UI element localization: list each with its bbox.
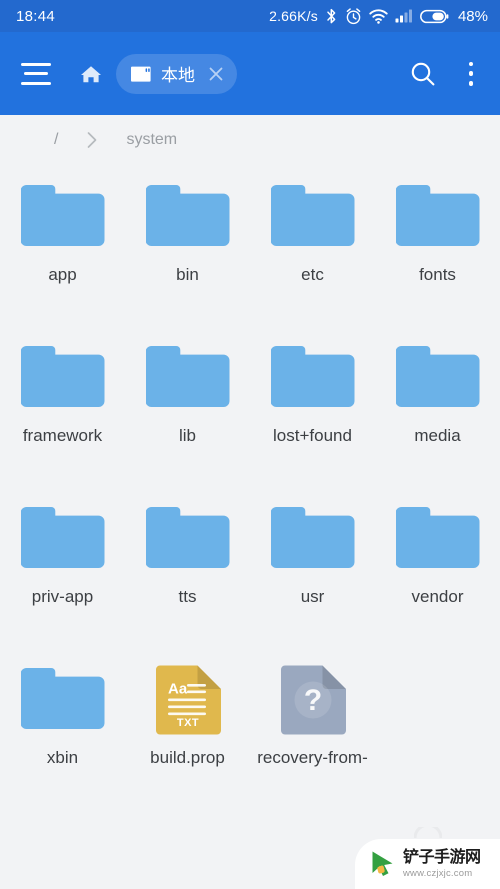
file-item-label: framework — [22, 426, 103, 445]
file-item[interactable]: xbin — [0, 648, 125, 809]
folder-icon — [395, 181, 480, 255]
file-item-label: lib — [178, 426, 196, 445]
folder-icon — [145, 503, 230, 577]
file-item-label: bin — [176, 265, 199, 284]
file-item[interactable]: media — [375, 326, 500, 487]
bluetooth-icon — [325, 8, 338, 25]
file-item-label: recovery-from- — [257, 748, 368, 767]
folder-icon — [270, 342, 355, 416]
file-grid: app bin etc fonts framework lib lost+found medi… — [0, 165, 500, 809]
file-item[interactable]: Aa TXT build.prop — [125, 648, 250, 809]
breadcrumb: / system — [0, 115, 500, 165]
folder-icon — [20, 503, 105, 577]
file-item-label: xbin — [46, 748, 79, 767]
file-item-label: priv-app — [31, 587, 94, 606]
file-item[interactable]: etc — [250, 165, 375, 326]
txt-file-icon: Aa TXT — [146, 664, 230, 738]
file-item[interactable]: priv-app — [0, 487, 125, 648]
file-item[interactable]: tts — [125, 487, 250, 648]
alarm-icon — [345, 7, 362, 25]
file-item-label: fonts — [419, 265, 456, 284]
watermark-decoration — [414, 827, 442, 839]
site-watermark: 铲子手游网 www.czjxjc.com — [355, 839, 500, 889]
hamburger-menu-icon[interactable] — [20, 61, 52, 87]
wifi-icon — [369, 8, 388, 24]
file-item-label: media — [414, 426, 461, 445]
breadcrumb-current[interactable]: system — [126, 131, 177, 149]
file-item[interactable]: fonts — [375, 165, 500, 326]
folder-icon — [20, 664, 105, 738]
folder-icon — [145, 342, 230, 416]
app-toolbar: 本地 — [0, 32, 500, 115]
search-icon[interactable] — [408, 59, 438, 89]
watermark-title: 铲子手游网 — [403, 848, 481, 866]
cellular-signal-icon — [395, 9, 413, 23]
file-item[interactable]: vendor — [375, 487, 500, 648]
sdcard-icon — [130, 64, 152, 84]
svg-text:TXT: TXT — [176, 717, 198, 729]
status-clock: 18:44 — [16, 7, 56, 25]
folder-icon — [20, 342, 105, 416]
file-item-label: etc — [301, 265, 324, 284]
file-item[interactable]: framework — [0, 326, 125, 487]
network-speed: 2.66K/s — [269, 8, 318, 24]
home-icon[interactable] — [78, 61, 104, 87]
chevron-right-icon — [58, 131, 126, 149]
folder-icon — [270, 181, 355, 255]
overflow-menu-icon[interactable] — [460, 60, 482, 88]
tab-chip-label: 本地 — [161, 66, 195, 85]
battery-percent: 48% — [457, 7, 488, 25]
battery-icon — [420, 9, 449, 24]
status-indicators: 2.66K/s 48% — [269, 8, 488, 25]
file-item-label: app — [48, 265, 77, 284]
watermark-url: www.czjxjc.com — [403, 867, 473, 879]
watermark-text: 铲子手游网 www.czjxjc.com — [403, 848, 481, 879]
status-bar: 18:44 2.66K/s 48% — [0, 0, 500, 32]
close-icon[interactable] — [201, 59, 231, 89]
cursor-arrow-icon — [365, 847, 399, 881]
file-item[interactable]: lost+found — [250, 326, 375, 487]
file-item[interactable]: app — [0, 165, 125, 326]
file-item[interactable]: bin — [125, 165, 250, 326]
unknown-file-icon: ? — [271, 664, 355, 738]
tab-chip-local[interactable]: 本地 — [116, 53, 237, 94]
file-item[interactable]: lib — [125, 326, 250, 487]
file-item[interactable]: ? recovery-from- — [250, 648, 375, 809]
file-item-label: build.prop — [150, 748, 225, 767]
file-item-label: tts — [178, 587, 197, 606]
folder-icon — [395, 342, 480, 416]
file-item-label: vendor — [411, 587, 464, 606]
file-item-label: usr — [300, 587, 325, 606]
folder-icon — [145, 181, 230, 255]
svg-text:?: ? — [303, 684, 321, 717]
folder-icon — [395, 503, 480, 577]
file-item-label: lost+found — [273, 426, 352, 445]
file-item[interactable]: usr — [250, 487, 375, 648]
folder-icon — [270, 503, 355, 577]
folder-icon — [20, 181, 105, 255]
svg-text:Aa: Aa — [168, 681, 188, 698]
